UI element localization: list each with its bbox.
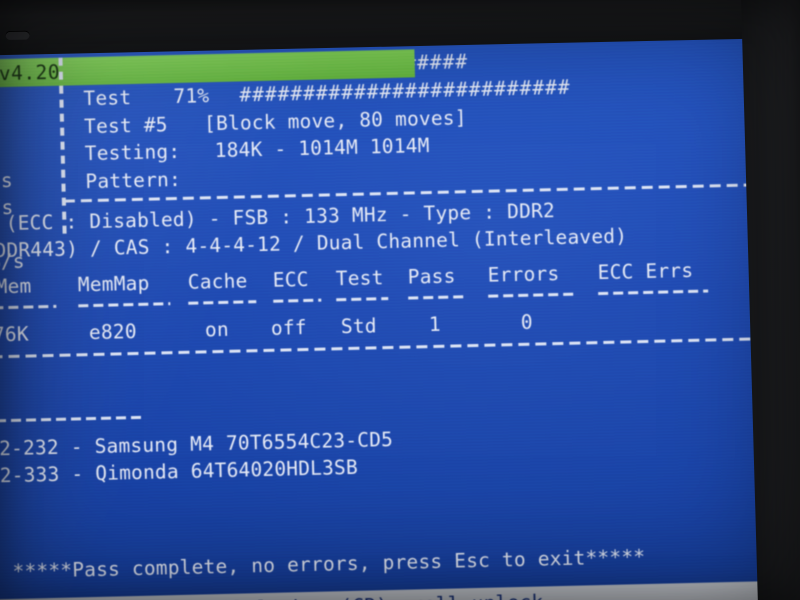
underline-ecc [273,298,322,303]
bottom-status-keys: (CR)scroll lock (CR)scroll unlock [125,588,543,600]
cell-test: Std [340,314,377,339]
app-version-label: v4.20 [0,60,61,86]
memtest-photo-screenshot: v4.20 z 22479 MB/s 10431 MB/s None 2165 … [0,0,800,600]
cell-errors: 0 [520,310,534,334]
underline-rsvdmem [0,304,57,311]
col-header-memmap: MemMap [77,271,150,297]
col-header-ecc: ECC [272,267,309,292]
col-header-pass: Pass [407,264,456,289]
underline-test [336,297,389,302]
left-line-l1-cache: 22479 MB/s [0,168,14,193]
cell-cache: on [204,317,230,342]
underline-errors [488,292,575,298]
cell-memmap: e820 [88,319,137,345]
col-header-cache: Cache [187,269,248,294]
col-header-ecc-errs: ECC Errs [597,258,694,285]
underline-memmap [78,302,171,308]
col-header-errors: Errors [487,262,560,287]
test-label: Test [83,86,132,111]
pattern-label: Pattern: [85,167,182,194]
col-header-test: Test [335,266,384,291]
col-header-rsvdmem: RsvdMem [0,274,32,300]
testing-range-value: 184K - 1014M 1014M [214,134,430,163]
underline-ecc-errs [598,289,709,296]
monitor-screen: v4.20 z 22479 MB/s 10431 MB/s None 2165 … [0,22,800,600]
cell-ecc: off [270,315,307,340]
status-message: *****Pass complete, no errors, press Esc… [12,545,646,583]
cell-rsvdmem: 576K [0,322,30,347]
underline-pass [408,295,465,300]
test-number-label: Test #5 [83,113,168,139]
test-percent: 71% [173,84,210,109]
cell-pass: 1 [428,312,442,337]
underline-cache [188,300,257,305]
spd-title-underline [0,415,141,425]
testing-label: Testing: [84,139,181,166]
